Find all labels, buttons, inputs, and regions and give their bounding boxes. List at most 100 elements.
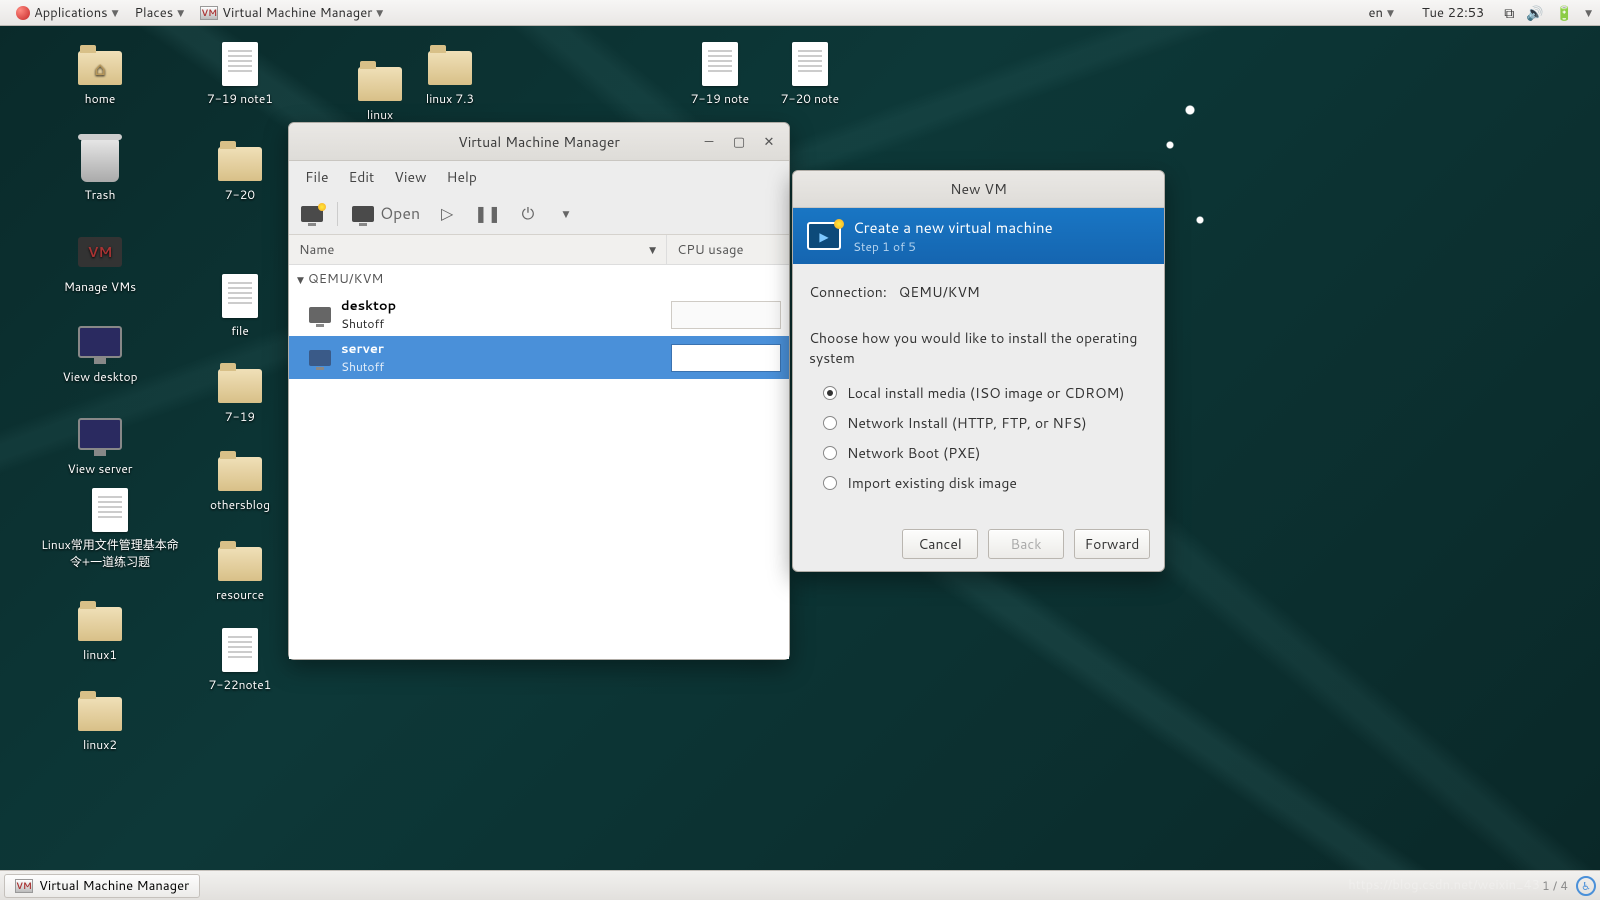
clock-label: Tue 22:53 — [1422, 4, 1484, 22]
menu-applications[interactable]: Applications ▼ — [8, 0, 127, 25]
new-vm-button[interactable] — [295, 198, 329, 230]
open-label: Open — [380, 202, 420, 225]
newvm-heading: Create a new virtual machine — [853, 217, 1053, 238]
radio-network-install[interactable]: Network Install (HTTP, FTP, or NFS) — [809, 408, 1148, 438]
accessibility-icon[interactable]: ♿ — [1576, 876, 1596, 896]
volume-icon[interactable]: 🔊 — [1526, 3, 1543, 23]
icon-label: home — [85, 90, 116, 107]
icon-label: 7-19 note — [691, 90, 749, 107]
desktop-icon-home[interactable]: home — [40, 40, 160, 107]
vm-cpu-graph — [671, 344, 781, 372]
icon-label: View server — [68, 460, 133, 477]
menu-active-app[interactable]: VM Virtual Machine Manager ▼ — [192, 0, 391, 25]
newvm-body: Connection: QEMU/KVM Choose how you woul… — [793, 264, 1164, 516]
button-label: Back — [1010, 534, 1041, 554]
top-panel: Applications ▼ Places ▼ VM Virtual Machi… — [0, 0, 1600, 26]
minimize-button[interactable]: — — [695, 130, 723, 154]
shutdown-menu-button[interactable]: ▼ — [549, 198, 583, 230]
vmm-menubar: File Edit View Help — [289, 161, 789, 193]
power-icon: ⏻ — [522, 202, 535, 225]
vmm-title: Virtual Machine Manager — [458, 132, 620, 152]
back-button[interactable]: Back — [988, 529, 1064, 559]
menu-applications-label: Applications — [34, 4, 108, 22]
desktop-icon-manage-vms[interactable]: VMManage VMs — [40, 228, 160, 295]
menu-view[interactable]: View — [386, 163, 434, 191]
radio-pxe[interactable]: Network Boot (PXE) — [809, 438, 1148, 468]
vmm-app-icon: VM — [200, 6, 218, 20]
desktop-icon-720note[interactable]: 7-20 note — [750, 40, 870, 107]
desktop-icon-722note1[interactable]: 7-22note1 — [180, 626, 300, 693]
desktop-icon-othersblog[interactable]: othersblog — [180, 446, 300, 513]
vm-tree[interactable]: ▼QEMU/KVM desktopShutoff serverShutoff — [289, 265, 789, 659]
create-vm-icon — [807, 222, 841, 250]
icon-label: othersblog — [210, 496, 270, 513]
desktop-icon-linux2[interactable]: linux2 — [40, 686, 160, 753]
vm-row-desktop[interactable]: desktopShutoff — [289, 293, 789, 336]
icon-label: 7-20 — [225, 186, 255, 203]
newvm-banner: Create a new virtual machine Step 1 of 5 — [793, 208, 1164, 264]
radio-label: Local install media (ISO image or CDROM) — [847, 383, 1124, 403]
vm-state: Shutoff — [341, 315, 671, 332]
connection-value: QEMU/KVM — [899, 282, 980, 302]
pause-button[interactable]: ❚❚ — [468, 198, 507, 230]
desktop-icon-719note1[interactable]: 7-19 note1 — [180, 40, 300, 107]
menu-edit[interactable]: Edit — [341, 163, 383, 191]
icon-label: 7-20 note — [781, 90, 839, 107]
maximize-button[interactable]: ▢ — [725, 130, 753, 154]
desktop-icon-file[interactable]: file — [180, 272, 300, 339]
taskbar-vmm[interactable]: VM Virtual Machine Manager — [4, 874, 200, 898]
newvm-titlebar[interactable]: New VM — [793, 171, 1164, 208]
battery-icon[interactable]: 🔋 — [1556, 3, 1573, 23]
radio-icon — [823, 476, 837, 490]
close-button[interactable]: ✕ — [755, 130, 783, 154]
icon-label: linux 7.3 — [426, 90, 474, 107]
column-name[interactable]: Name▼ — [289, 235, 667, 264]
connection-label: QEMU/KVM — [308, 270, 383, 288]
shutdown-button[interactable]: ⏻ — [511, 198, 545, 230]
choose-label: Choose how you would like to install the… — [809, 328, 1148, 368]
desktop-icon-view-desktop[interactable]: View desktop — [40, 318, 160, 385]
desktop-icon-view-server[interactable]: View server — [40, 410, 160, 477]
vm-row-server[interactable]: serverShutoff — [289, 336, 789, 379]
vm-cpu-graph — [671, 301, 781, 329]
desktop-icon-resource[interactable]: resource — [180, 536, 300, 603]
radio-label: Import existing disk image — [847, 473, 1017, 493]
chevron-down-icon: ▼ — [112, 6, 119, 19]
vmm-app-icon: VM — [15, 879, 33, 893]
radio-label: Network Boot (PXE) — [847, 443, 980, 463]
os-logo-icon — [16, 6, 30, 20]
cancel-button[interactable]: Cancel — [902, 529, 978, 559]
open-vm-button[interactable]: Open — [346, 198, 426, 230]
radio-import-disk[interactable]: Import existing disk image — [809, 468, 1148, 498]
menu-file[interactable]: File — [297, 163, 337, 191]
desktop-icon-linux-doc[interactable]: Linux常用文件管理基本命令+一道练习题 — [40, 486, 180, 570]
icon-label: 7-19 note1 — [207, 90, 273, 107]
menu-help[interactable]: Help — [439, 163, 485, 191]
radio-icon — [823, 446, 837, 460]
keyboard-layout-indicator[interactable]: en ▼ — [1360, 4, 1401, 22]
vmm-toolbar: Open ▷ ❚❚ ⏻ ▼ — [289, 193, 789, 235]
forward-button[interactable]: Forward — [1074, 529, 1150, 559]
desktop-icon-trash[interactable]: Trash — [40, 136, 160, 203]
task-label: Virtual Machine Manager — [39, 877, 189, 895]
desktop-icon-720[interactable]: 7-20 — [180, 136, 300, 203]
newvm-footer: Cancel Back Forward — [793, 516, 1164, 571]
desktop-icon-linux73[interactable]: linux 7.3 — [390, 40, 510, 107]
clock[interactable]: Tue 22:53 — [1414, 4, 1492, 22]
vmm-titlebar[interactable]: Virtual Machine Manager — ▢ ✕ — [289, 123, 789, 161]
run-button[interactable]: ▷ — [430, 198, 464, 230]
desktop-icon-linux1[interactable]: linux1 — [40, 596, 160, 663]
vm-name: desktop — [341, 297, 671, 315]
menu-places[interactable]: Places ▼ — [127, 0, 193, 25]
column-cpu[interactable]: CPU usage — [667, 235, 789, 264]
vmm-window: Virtual Machine Manager — ▢ ✕ File Edit … — [288, 122, 790, 660]
connection-group[interactable]: ▼QEMU/KVM — [289, 265, 789, 293]
pause-icon: ❚❚ — [474, 202, 501, 225]
radio-local-media[interactable]: Local install media (ISO image or CDROM) — [809, 378, 1148, 408]
button-label: Forward — [1085, 534, 1140, 554]
chevron-down-icon: ▼ — [1585, 6, 1592, 19]
desktop-icon-719[interactable]: 7-19 — [180, 358, 300, 425]
wifi-icon[interactable]: ⧉ — [1504, 3, 1514, 23]
vm-icon — [309, 350, 331, 366]
chevron-down-icon: ▼ — [563, 207, 570, 220]
